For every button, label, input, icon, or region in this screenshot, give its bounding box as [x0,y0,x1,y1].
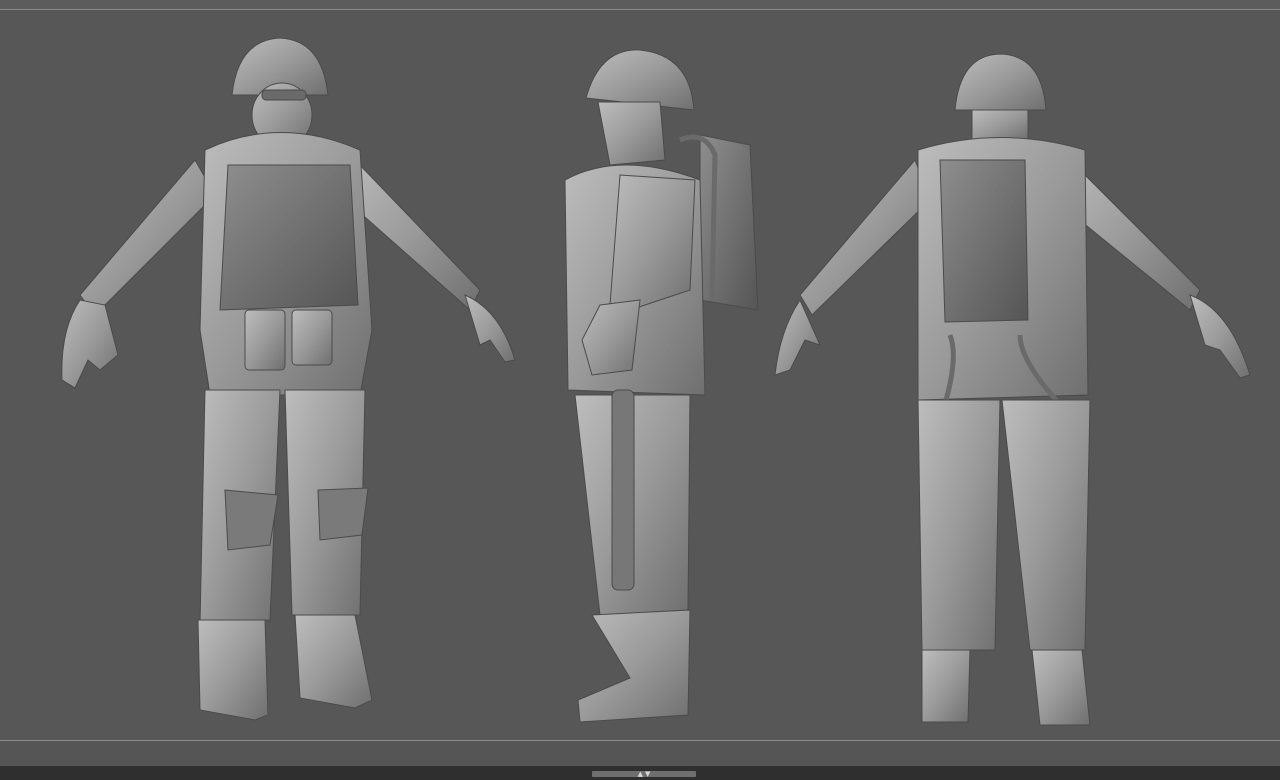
bottom-spacer [0,741,1280,766]
tray-toggle-handle[interactable] [592,771,696,777]
model-canvas [61,37,1251,726]
model-front-view [61,37,516,721]
model-back-view [774,53,1251,726]
model-side-view [564,49,759,723]
app-window: ▲ ▼ [0,0,1280,780]
top-frame [0,0,1280,10]
3d-viewport[interactable] [0,10,1280,740]
